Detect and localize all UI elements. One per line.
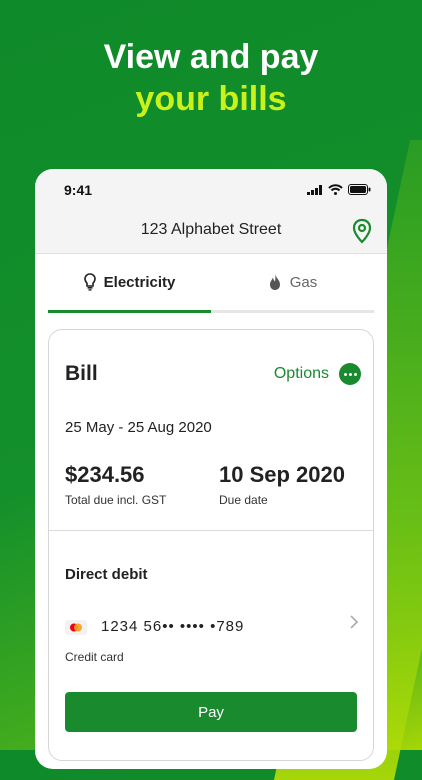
due-date-label: Due date (219, 493, 268, 507)
address-bar[interactable]: 123 Alphabet Street (35, 209, 387, 254)
pay-button[interactable]: Pay (65, 692, 357, 732)
headline-line-2: your bills (135, 80, 287, 118)
amount-due: $234.56 (65, 462, 145, 487)
headline: View and pay your bills (0, 36, 422, 120)
bill-card: Bill Options 25 May - 25 Aug 2020 $234.5… (48, 329, 374, 761)
status-icons (307, 184, 371, 195)
location-pin-icon[interactable] (351, 218, 373, 244)
flame-icon (269, 274, 280, 290)
payment-method-title: Direct debit (65, 566, 148, 583)
utility-tabs: Electricity Gas (48, 254, 374, 313)
address-label: 123 Alphabet Street (140, 221, 282, 238)
options-label: Options (273, 365, 329, 382)
status-time: 9:41 (64, 182, 93, 198)
amount-due-label: Total due incl. GST (65, 493, 167, 507)
due-date: 10 Sep 2020 (219, 462, 345, 487)
card-number[interactable]: 1234 56•• •••• •789 (101, 618, 244, 635)
lightbulb-icon (83, 273, 96, 291)
tab-gas[interactable]: Gas (211, 254, 374, 310)
status-bar: 9:41 (35, 169, 387, 209)
tab-electricity-label: Electricity (103, 273, 176, 291)
divider (49, 530, 373, 531)
billing-period: 25 May - 25 Aug 2020 (65, 419, 212, 436)
mastercard-icon (65, 620, 87, 635)
phone-screen: 9:41 123 Alphabet Street Electricity Gas… (35, 169, 387, 769)
signal-icon (307, 184, 322, 195)
card-type-label: Credit card (65, 650, 124, 664)
tab-electricity[interactable]: Electricity (48, 254, 211, 313)
bill-title: Bill (65, 362, 98, 385)
options-button[interactable]: Options (274, 363, 361, 385)
chevron-right-icon[interactable] (349, 614, 359, 630)
wifi-icon (328, 184, 343, 195)
more-options-icon (339, 363, 361, 385)
tab-gas-label: Gas (289, 273, 318, 291)
headline-line-1: View and pay (103, 38, 319, 76)
battery-icon (348, 184, 371, 195)
